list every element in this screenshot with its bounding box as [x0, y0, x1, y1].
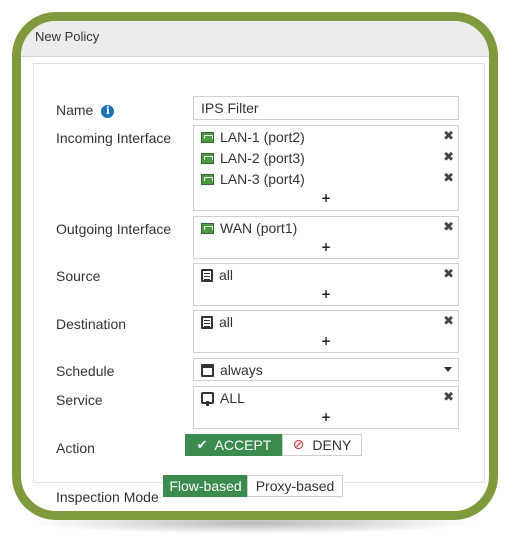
schedule-select[interactable]: always — [193, 358, 459, 381]
incoming-interface-label: Incoming Interface — [56, 130, 172, 146]
policy-form: Name i IPS Filter Incoming Interface LAN-… — [33, 63, 485, 505]
destination-item: all — [201, 312, 233, 332]
proxy-based-button[interactable]: Proxy-based — [247, 475, 343, 497]
remove-destination-icon[interactable]: ✖ — [443, 314, 454, 329]
dialog-title: New Policy — [35, 29, 100, 44]
source-label: Source — [56, 268, 101, 284]
add-incoming-plus-icon[interactable]: + — [194, 191, 458, 205]
remove-source-icon[interactable]: ✖ — [443, 267, 454, 282]
address-icon — [201, 268, 213, 282]
add-destination-plus-icon[interactable]: + — [194, 334, 458, 348]
incoming-interface-field[interactable]: LAN-1 (port2) ✖ LAN-2 (port3) ✖ LAN-3 (p… — [193, 125, 459, 211]
remove-incoming-3-icon[interactable]: ✖ — [443, 171, 454, 186]
schedule-icon — [201, 363, 214, 377]
service-label: Service — [56, 392, 103, 408]
name-label: Name i — [56, 102, 115, 118]
dialog-titlebar: New Policy — [21, 21, 489, 57]
deny-button[interactable]: ⊘ DENY — [282, 434, 362, 456]
port-icon — [201, 131, 214, 143]
service-field[interactable]: ALL ✖ + — [193, 386, 459, 429]
service-item: ALL — [201, 388, 245, 408]
outgoing-interface-field[interactable]: WAN (port1) ✖ + — [193, 216, 459, 259]
flow-based-button[interactable]: Flow-based — [163, 475, 248, 497]
add-outgoing-plus-icon[interactable]: + — [194, 240, 458, 254]
schedule-label: Schedule — [56, 363, 115, 379]
info-icon[interactable]: i — [101, 105, 115, 118]
add-source-plus-icon[interactable]: + — [194, 287, 458, 301]
accept-button[interactable]: ✔ ACCEPT — [185, 434, 283, 456]
outgoing-interface-label: Outgoing Interface — [56, 221, 172, 237]
remove-incoming-2-icon[interactable]: ✖ — [443, 150, 454, 165]
destination-label: Destination — [56, 316, 127, 332]
name-value: IPS Filter — [201, 100, 259, 116]
incoming-item: LAN-2 (port3) — [201, 148, 305, 168]
source-field[interactable]: all ✖ + — [193, 263, 459, 306]
outgoing-item: WAN (port1) — [201, 218, 297, 238]
chevron-down-icon[interactable] — [444, 367, 452, 372]
remove-service-icon[interactable]: ✖ — [443, 390, 454, 405]
remove-outgoing-icon[interactable]: ✖ — [443, 220, 454, 235]
port-icon — [201, 173, 214, 185]
port-icon — [201, 222, 214, 234]
source-item: all — [201, 265, 233, 285]
name-input[interactable]: IPS Filter — [193, 96, 459, 120]
remove-incoming-1-icon[interactable]: ✖ — [443, 129, 454, 144]
destination-field[interactable]: all ✖ + — [193, 310, 459, 353]
port-icon — [201, 152, 214, 164]
action-label: Action — [56, 440, 95, 456]
service-icon — [201, 392, 214, 406]
incoming-item: LAN-3 (port4) — [201, 169, 305, 189]
inspection-mode-label: Inspection Mode — [56, 489, 159, 505]
incoming-item: LAN-1 (port2) — [201, 127, 305, 147]
dialog-frame: New Policy Name i IPS Filter Incoming Int… — [12, 12, 498, 520]
schedule-value: always — [201, 360, 263, 380]
add-service-plus-icon[interactable]: + — [194, 410, 458, 424]
deny-icon: ⊘ — [292, 437, 305, 453]
address-icon — [201, 315, 213, 329]
check-icon: ✔ — [196, 437, 208, 453]
